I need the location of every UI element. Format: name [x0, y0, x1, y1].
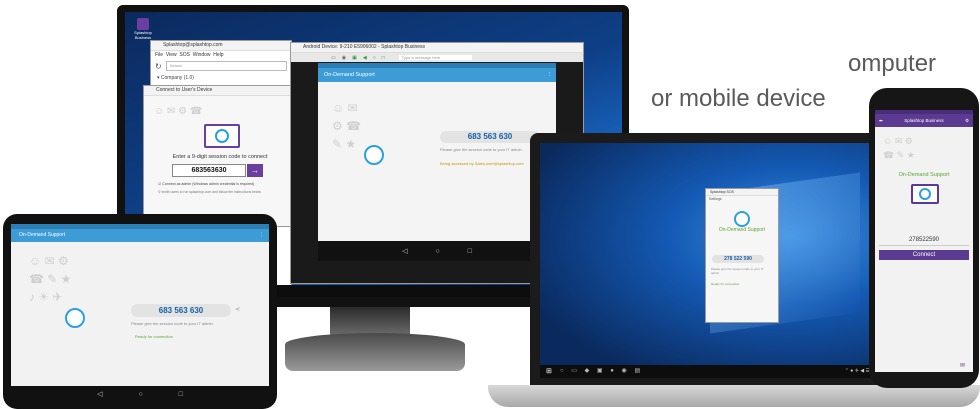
message-input[interactable]: Type a message here	[398, 55, 472, 60]
session-code-display: 683 563 630	[440, 131, 540, 143]
monitor-stand-base	[285, 333, 465, 371]
phone-app-header: ⬅ Splashtop Business ⚙	[875, 114, 973, 127]
phone-app-title: Splashtop Business	[904, 118, 944, 123]
laptop-illustration-icon	[204, 124, 240, 148]
session-code-display: 278 522 590	[712, 255, 764, 263]
remote-window-titlebar: Android Device: 9-210 E5906002 - Splasht…	[291, 43, 583, 53]
laptop-screen: Splashtop SOS Settings On-Demand Support…	[540, 143, 900, 378]
tablet-screen: On-Demand Support ⋮ ☺ ✉ ⚙ ☎ ✎ ★ ♪ ☀ ✈ 683 …	[11, 224, 269, 402]
sos-settings-menu[interactable]: Settings	[706, 196, 778, 202]
splashtop-logo-icon	[364, 145, 384, 165]
android-app-header: On-Demand Support ⋮	[318, 68, 556, 82]
splashtop-logo-icon	[65, 308, 85, 328]
computer-group[interactable]: ▾ Company (1.0)	[151, 73, 291, 83]
background-doodles: ☺ ✉ ⚙ ☎ ✎ ★ ♪ ☀ ✈	[29, 254, 72, 304]
toolbar-tool-icon[interactable]: ◉	[342, 55, 346, 61]
sos-app-window: Splashtop SOS Settings On-Demand Support…	[705, 188, 779, 323]
sos-brand-label: On-Demand Support	[718, 227, 766, 233]
connection-status: Ready for connection	[135, 334, 173, 339]
toolbar-tool-icon[interactable]: ▣	[352, 55, 357, 61]
overflow-menu-icon[interactable]: ⋮	[259, 229, 264, 242]
session-code-display: 683 563 630	[131, 304, 231, 317]
menu-sos[interactable]: SOS	[179, 52, 190, 58]
business-app-titlebar: Splashtop@splashtop.com	[151, 41, 291, 51]
menu-window[interactable]: Window	[193, 52, 211, 58]
headline-computer: omputer	[848, 50, 937, 77]
phone-brand-label: On-Demand Support	[898, 172, 950, 178]
back-icon[interactable]: ◁	[97, 390, 102, 398]
home-icon[interactable]: ○	[138, 391, 142, 398]
back-arrow-icon[interactable]: ⬅	[879, 114, 883, 127]
sos-window-titlebar: Splashtop SOS	[706, 189, 778, 196]
start-button-icon[interactable]: ⊞	[546, 367, 552, 375]
menu-file[interactable]: File	[155, 52, 163, 58]
connection-status: Ready for connection	[711, 282, 740, 286]
invite-users-link[interactable]: ⚲ Invite users to run splashtop.com and …	[158, 190, 288, 194]
background-doodles: ☺ ✉ ⚙ ☎ ✎ ★	[332, 101, 362, 151]
tablet-nav-bar: ◁ ○ □	[11, 386, 269, 402]
session-code-prompt: Enter a 9-digit session code to connect	[172, 154, 268, 160]
splashtop-logo-icon	[734, 211, 750, 227]
business-app-menu: File View SOS Window Help	[151, 51, 291, 59]
refresh-icon[interactable]: ↻	[155, 62, 162, 71]
session-code-hint: Please give the session code to your IT …	[131, 321, 213, 326]
session-code-hint: Please give the session code to your IT …	[711, 267, 764, 275]
session-code-input[interactable]: 278522590	[879, 235, 969, 246]
connect-as-admin-label: Connect as admin (Windows admin credenti…	[162, 182, 255, 186]
overflow-menu-icon[interactable]: ⋮	[547, 68, 553, 82]
taskbar-pinned-icons: ○ ▭ ◆ ▣ ● ◉ ▤	[560, 368, 644, 374]
tablet-app-header: On-Demand Support ⋮	[11, 229, 269, 242]
android-nav-bar: ◁ ○ □	[318, 241, 556, 261]
phone-screen: ⬅ Splashtop Business ⚙ ☺ ✉ ⚙ ☎ ✎ ★ On-Dem…	[875, 110, 973, 372]
toolbar-tool-icon[interactable]: □	[382, 55, 385, 61]
connect-arrow-button[interactable]: →	[247, 164, 263, 177]
session-code-input[interactable]: 683563630	[172, 164, 246, 177]
home-icon[interactable]: ○	[435, 248, 439, 255]
sos-connect-dialog: Connect to User's Device ☺ ✉ ⚙ ☎ Enter a…	[143, 85, 297, 227]
settings-icon[interactable]: ⚙	[965, 114, 969, 127]
menu-view[interactable]: View	[166, 52, 177, 58]
toolbar-tool-icon[interactable]: ○	[373, 55, 376, 61]
remote-toolbar: ▭ ◉ ▣ ◀ ○ □ Type a message here	[291, 53, 583, 62]
monitor-stand-neck	[330, 307, 410, 335]
business-app-toolbar: ↻ Search	[151, 59, 291, 73]
background-doodles: ☺ ✉ ⚙ ☎	[154, 106, 203, 117]
back-icon[interactable]: ◁	[402, 247, 407, 255]
computer-group-label: Company (1.0)	[160, 75, 194, 81]
connect-as-admin-checkbox[interactable]: ☑ Connect as admin (Windows admin creden…	[158, 182, 288, 186]
desktop-icon-label: Splashtop Business	[134, 30, 152, 40]
background-doodles: ☺ ✉ ⚙ ☎ ✎ ★	[883, 136, 915, 160]
menu-help[interactable]: Help	[213, 52, 223, 58]
laptop-base	[488, 385, 980, 407]
splashtop-app-icon	[137, 18, 149, 30]
desktop-icon[interactable]: Splashtop Business	[131, 18, 155, 40]
recents-icon[interactable]: □	[468, 248, 472, 255]
connect-button[interactable]: Connect	[879, 250, 969, 260]
mail-icon[interactable]: ✉	[960, 362, 965, 369]
toolbar-tool-icon[interactable]: ▭	[331, 55, 336, 61]
laptop-taskbar: ⊞ ○ ▭ ◆ ▣ ● ◉ ▤ ⌃ ● ✈ ◀ ☰	[540, 365, 900, 378]
search-input[interactable]: Search	[165, 61, 287, 71]
laptop-illustration-icon	[911, 184, 939, 204]
headline-mobile-device: or mobile device	[651, 85, 826, 112]
toolbar-tool-icon[interactable]: ◀	[363, 55, 367, 61]
share-icon[interactable]: ≺	[235, 306, 240, 313]
android-screen: On-Demand Support ⋮ ☺ ✉ ⚙ ☎ ✎ ★ 683 563 63…	[318, 63, 556, 261]
tray-icons: ⌃ ● ✈ ◀ ☰	[844, 368, 870, 374]
sos-dialog-titlebar: Connect to User's Device	[144, 86, 296, 96]
recents-icon[interactable]: □	[179, 391, 183, 398]
